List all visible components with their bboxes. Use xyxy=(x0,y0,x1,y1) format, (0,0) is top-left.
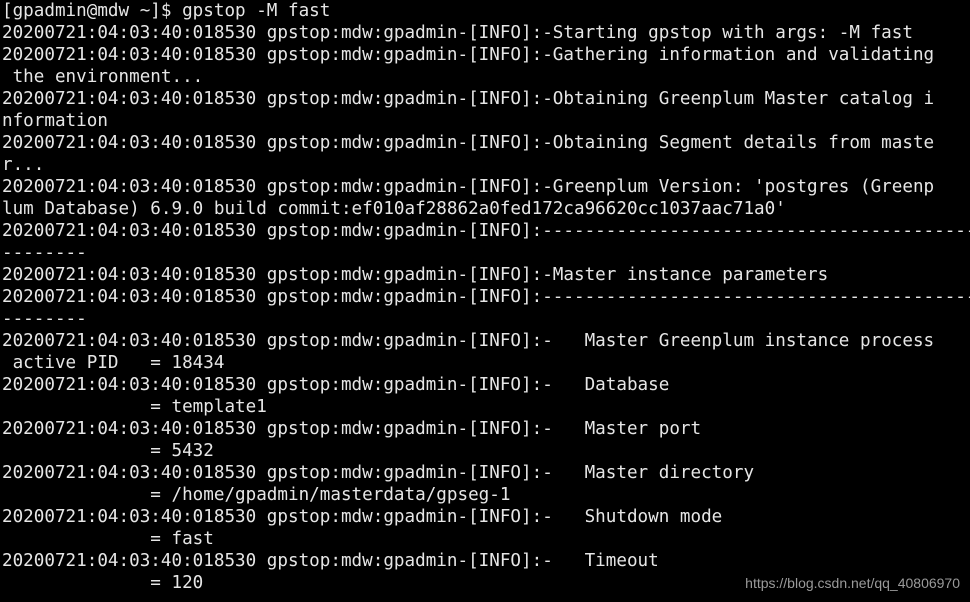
terminal-line: 20200721:04:03:40:018530 gpstop:mdw:gpad… xyxy=(2,287,970,307)
terminal-line: 20200721:04:03:40:018530 gpstop:mdw:gpad… xyxy=(2,507,723,527)
terminal-line: 20200721:04:03:40:018530 gpstop:mdw:gpad… xyxy=(2,265,829,285)
terminal-line-prompt: [gpadmin@mdw ~]$ gpstop -M fast xyxy=(2,1,331,21)
terminal-line: lum Database) 6.9.0 build commit:ef010af… xyxy=(2,199,786,219)
terminal-line: 20200721:04:03:40:018530 gpstop:mdw:gpad… xyxy=(2,375,670,395)
terminal-window[interactable]: [gpadmin@mdw ~]$ gpstop -M fast 20200721… xyxy=(0,0,970,602)
terminal-line: -------- xyxy=(2,309,87,329)
terminal-line: 20200721:04:03:40:018530 gpstop:mdw:gpad… xyxy=(2,221,970,241)
watermark-url: https://blog.csdn.net/qq_40806970 xyxy=(745,575,960,591)
terminal-line: -------- xyxy=(2,243,87,263)
terminal-line: = 5432 xyxy=(2,441,214,461)
terminal-line: 20200721:04:03:40:018530 gpstop:mdw:gpad… xyxy=(2,463,755,483)
terminal-line: r... xyxy=(2,155,45,175)
terminal-line: 20200721:04:03:40:018530 gpstop:mdw:gpad… xyxy=(2,331,935,351)
terminal-line: = fast xyxy=(2,529,214,549)
terminal-line: = template1 xyxy=(2,397,267,417)
terminal-line: 20200721:04:03:40:018530 gpstop:mdw:gpad… xyxy=(2,419,702,439)
terminal-line: the environment... xyxy=(2,67,204,87)
terminal-line: 20200721:04:03:40:018530 gpstop:mdw:gpad… xyxy=(2,177,935,197)
terminal-line: 20200721:04:03:40:018530 gpstop:mdw:gpad… xyxy=(2,551,659,571)
terminal-line: 20200721:04:03:40:018530 gpstop:mdw:gpad… xyxy=(2,45,935,65)
terminal-line: 20200721:04:03:40:018530 gpstop:mdw:gpad… xyxy=(2,23,913,43)
terminal-line: nformation xyxy=(2,111,108,131)
terminal-line: active PID = 18434 xyxy=(2,353,225,373)
terminal-line: 20200721:04:03:40:018530 gpstop:mdw:gpad… xyxy=(2,89,935,109)
terminal-line: 20200721:04:03:40:018530 gpstop:mdw:gpad… xyxy=(2,133,935,153)
terminal-line: = /home/gpadmin/masterdata/gpseg-1 xyxy=(2,485,511,505)
